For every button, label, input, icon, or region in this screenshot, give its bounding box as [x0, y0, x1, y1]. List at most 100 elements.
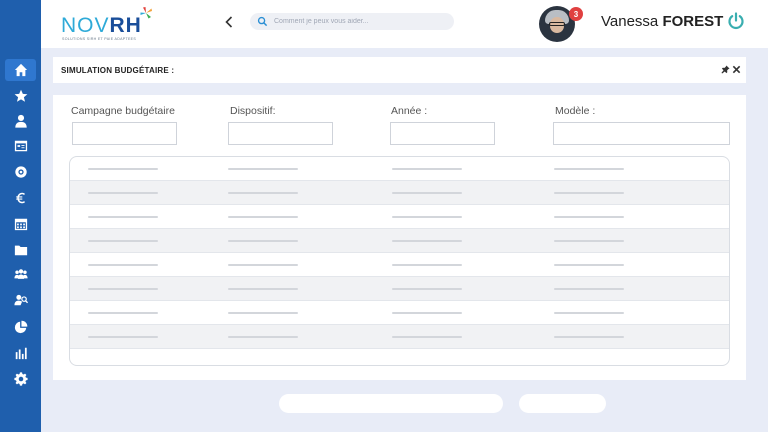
table-row[interactable]	[70, 205, 729, 229]
table-row[interactable]	[70, 325, 729, 349]
cell-placeholder	[392, 264, 462, 266]
logo-wordmark: NOVRH	[61, 14, 142, 38]
cell-placeholder	[554, 240, 624, 242]
table-row[interactable]	[70, 229, 729, 253]
field-label-campaign: Campagne budgétaire	[71, 105, 175, 117]
euro-icon	[15, 192, 25, 204]
cell-placeholder	[392, 288, 462, 290]
cell-placeholder	[392, 336, 462, 338]
cell-placeholder	[392, 192, 462, 194]
page-title: SIMULATION BUDGÉTAIRE :	[61, 66, 175, 75]
power-icon[interactable]	[727, 12, 745, 30]
device-input[interactable]	[228, 122, 333, 145]
calendar-card-icon	[14, 140, 27, 152]
model-input[interactable]	[553, 122, 730, 145]
field-label-model: Modèle :	[555, 105, 596, 117]
logo-rh: RH	[109, 14, 142, 37]
pie-chart-icon	[14, 320, 27, 334]
cell-placeholder	[88, 312, 158, 314]
sidebar-item-agenda[interactable]	[0, 135, 41, 157]
sidebar-item-home[interactable]	[5, 59, 36, 81]
user-last-name: FOREST	[662, 13, 724, 30]
cell-placeholder	[88, 168, 158, 170]
user-name: Vanessa FOREST	[601, 13, 723, 30]
sidebar-item-payroll[interactable]	[0, 187, 41, 209]
sidebar-item-documents[interactable]	[0, 239, 41, 261]
panel-title-bar: SIMULATION BUDGÉTAIRE :	[53, 57, 746, 83]
table-row[interactable]	[70, 253, 729, 277]
sidebar-item-favorites[interactable]	[0, 85, 41, 107]
field-label-year: Année :	[391, 105, 428, 117]
gear-badge-icon	[14, 166, 27, 178]
cell-placeholder	[228, 216, 298, 218]
cell-placeholder	[554, 336, 624, 338]
cell-placeholder	[392, 216, 462, 218]
user-search-icon	[13, 294, 28, 306]
logo-tagline: SOLUTIONS SIRH ET PAIE ADAPTEES	[62, 37, 137, 41]
settings-icon	[13, 372, 28, 386]
cell-placeholder	[554, 264, 624, 266]
sidebar	[0, 0, 41, 432]
chevron-left-icon	[225, 16, 233, 28]
search-bar[interactable]	[250, 13, 454, 30]
cell-placeholder	[88, 336, 158, 338]
sidebar-item-teams[interactable]	[0, 263, 41, 285]
cell-placeholder	[88, 192, 158, 194]
notification-badge[interactable]: 3	[569, 7, 583, 21]
novrh-logo[interactable]: NOVRH SOLUTIONS SIRH ET PAIE ADAPTEES	[61, 6, 161, 42]
primary-action-button[interactable]	[279, 394, 503, 413]
cell-placeholder	[88, 288, 158, 290]
cell-placeholder	[228, 168, 298, 170]
secondary-action-button[interactable]	[519, 394, 606, 413]
cell-placeholder	[88, 240, 158, 242]
cell-placeholder	[228, 312, 298, 314]
star-icon	[14, 89, 27, 102]
cell-placeholder	[228, 288, 298, 290]
campaign-input[interactable]	[72, 122, 177, 145]
cell-placeholder	[392, 312, 462, 314]
cell-placeholder	[554, 192, 624, 194]
table-row[interactable]	[70, 157, 729, 181]
table-row[interactable]	[70, 181, 729, 205]
search-icon	[257, 16, 268, 27]
cell-placeholder	[554, 168, 624, 170]
logo-nov: NOV	[61, 14, 110, 37]
simulation-panel: Campagne budgétaire Dispositif: Année : …	[53, 95, 746, 380]
sidebar-item-settings[interactable]	[0, 368, 41, 390]
bar-chart-icon	[15, 347, 27, 360]
pin-icon[interactable]	[721, 65, 730, 74]
search-input[interactable]	[274, 14, 448, 29]
table-row[interactable]	[70, 277, 729, 301]
cell-placeholder	[88, 216, 158, 218]
table-row[interactable]	[70, 301, 729, 325]
folder-icon	[14, 245, 27, 256]
back-button[interactable]	[223, 14, 235, 30]
top-header: NOVRH SOLUTIONS SIRH ET PAIE ADAPTEES 3 …	[41, 0, 768, 48]
sidebar-item-reports[interactable]	[0, 316, 41, 338]
sidebar-item-recruitment[interactable]	[0, 289, 41, 311]
close-icon[interactable]	[732, 65, 741, 74]
sidebar-item-services[interactable]	[0, 161, 41, 183]
home-icon	[14, 63, 27, 77]
sidebar-item-profile[interactable]	[0, 110, 41, 132]
cell-placeholder	[228, 192, 298, 194]
cell-placeholder	[392, 240, 462, 242]
group-icon	[13, 269, 28, 279]
results-table	[69, 156, 730, 366]
cell-placeholder	[554, 312, 624, 314]
cell-placeholder	[88, 264, 158, 266]
calendar-grid-icon	[14, 218, 27, 231]
sidebar-item-statistics[interactable]	[0, 342, 41, 364]
cell-placeholder	[228, 240, 298, 242]
field-label-device: Dispositif:	[230, 105, 276, 117]
cell-placeholder	[554, 288, 624, 290]
logo-sparkle-icon	[140, 7, 152, 19]
cell-placeholder	[392, 168, 462, 170]
year-input[interactable]	[390, 122, 495, 145]
avatar-glasses	[549, 22, 565, 26]
user-first-name: Vanessa	[601, 13, 659, 30]
cell-placeholder	[554, 216, 624, 218]
cell-placeholder	[228, 336, 298, 338]
cell-placeholder	[228, 264, 298, 266]
sidebar-item-planning[interactable]	[0, 213, 41, 235]
